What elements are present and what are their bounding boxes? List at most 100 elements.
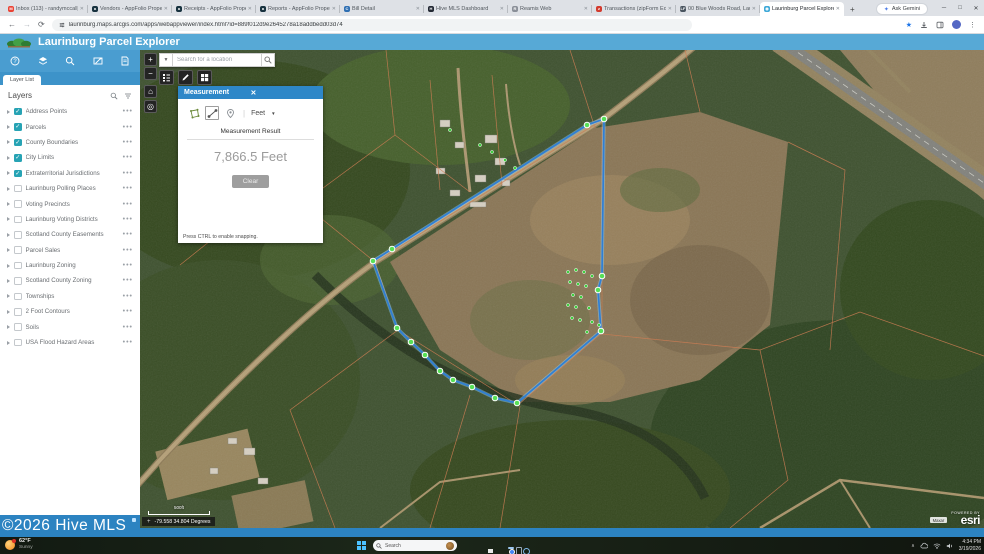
taskbar-search[interactable]: Search [373,540,457,551]
map-search-button[interactable] [261,53,275,67]
browser-tab[interactable]: z Transactions (zipForm Editi... ✕ [592,2,676,16]
site-info-icon[interactable] [59,22,65,28]
layer-menu-icon[interactable]: ••• [123,124,133,131]
layer-row[interactable]: ✓ County Boundaries ••• [0,135,140,150]
layer-expand-icon[interactable] [7,171,10,175]
zoom-out-button[interactable]: − [144,67,157,80]
layer-checkbox[interactable]: ✓ [14,139,22,147]
layer-expand-icon[interactable] [7,233,10,237]
layer-checkbox[interactable]: ✓ [14,123,22,131]
tab-close-icon[interactable]: ✕ [752,6,756,12]
layer-row[interactable]: ✓ City Limits ••• [0,150,140,165]
new-tab-button[interactable]: + [844,5,861,16]
layer-row[interactable]: ✓ Scotland County Easements ••• [0,227,140,242]
layer-menu-icon[interactable]: ••• [123,293,133,300]
layer-row[interactable]: ✓ 2 Foot Contours ••• [0,304,140,319]
browser-tab[interactable]: M Inbox (113) - randymccallj... ✕ [4,2,88,16]
layer-row[interactable]: ✓ Soils ••• [0,319,140,334]
tab-close-icon[interactable]: ✕ [332,6,336,12]
layer-row[interactable]: ✓ Voting Precincts ••• [0,196,140,211]
report-icon[interactable] [120,56,130,66]
zoom-in-button[interactable]: + [144,53,157,66]
layer-row[interactable]: ✓ Townships ••• [0,289,140,304]
layers-icon[interactable] [38,56,48,66]
clear-button[interactable]: Clear [232,175,270,188]
browser-menu-icon[interactable]: ⋮ [969,21,976,29]
layer-menu-icon[interactable]: ••• [123,185,133,192]
draw-button[interactable] [178,70,193,85]
layer-checkbox[interactable]: ✓ [14,185,22,193]
browser-tab[interactable]: a Reports - AppFolio Propert... ✕ [256,2,340,16]
tab-close-icon[interactable]: ✕ [668,6,672,12]
layer-row[interactable]: ✓ Laurinburg Polling Places ••• [0,181,140,196]
layer-menu-icon[interactable]: ••• [123,108,133,115]
layer-checkbox[interactable]: ✓ [14,154,22,162]
layer-expand-icon[interactable] [7,341,10,345]
browser-tab[interactable]: a Receipts - AppFolio Propert... ✕ [172,2,256,16]
tab-close-icon[interactable]: ✕ [416,6,420,12]
side-panel-icon[interactable] [936,21,944,29]
map-search-input[interactable] [173,53,261,67]
back-icon[interactable]: ← [8,20,16,29]
info-icon[interactable]: ? [10,56,20,66]
layer-menu-icon[interactable]: ••• [123,139,133,146]
layer-expand-icon[interactable] [7,264,10,268]
url-bar[interactable]: laurinburg.maps.arcgis.com/apps/webappvi… [52,19,692,31]
layer-expand-icon[interactable] [7,110,10,114]
layer-menu-icon[interactable]: ••• [123,262,133,269]
layer-row[interactable]: ✓ Parcel Sales ••• [0,243,140,258]
start-button[interactable] [357,541,366,550]
browser-tab[interactable]: H Hive MLS Dashboard ✕ [424,2,508,16]
taskbar-weather[interactable]: 62°F Sunny [5,538,33,551]
measurement-titlebar[interactable]: Measurement ✕ [178,86,323,99]
layer-checkbox[interactable]: ✓ [14,216,22,224]
layer-checkbox[interactable]: ✓ [14,339,22,347]
maximize-button[interactable]: □ [952,5,968,11]
layer-expand-icon[interactable] [7,279,10,283]
tab-close-icon[interactable]: ✕ [80,6,84,12]
layer-expand-icon[interactable] [7,248,10,252]
volume-icon[interactable] [946,542,954,550]
basemap-gallery-button[interactable] [197,70,212,85]
layer-expand-icon[interactable] [7,325,10,329]
layer-expand-icon[interactable] [7,217,10,221]
layer-row[interactable]: ✓ Address Points ••• [0,104,140,119]
profile-avatar[interactable] [952,20,961,29]
layer-checkbox[interactable]: ✓ [14,293,22,301]
layer-row[interactable]: ✓ Extraterritorial Jurisdictions ••• [0,166,140,181]
tab-close-icon[interactable]: ✕ [500,6,504,12]
reload-icon[interactable]: ⟳ [38,20,45,29]
layer-list-tab[interactable]: Layer List [3,75,41,85]
close-button[interactable]: ✕ [968,5,984,12]
layer-menu-icon[interactable]: ••• [123,277,133,284]
search-icon[interactable] [65,56,75,66]
minimize-button[interactable]: ─ [936,5,952,11]
layer-menu-icon[interactable]: ••• [123,154,133,161]
wifi-icon[interactable] [933,542,941,550]
layer-row[interactable]: ✓ Laurinburg Zoning ••• [0,258,140,273]
bookmark-star-icon[interactable]: ★ [906,21,912,29]
layer-menu-icon[interactable]: ••• [123,247,133,254]
layer-options-icon[interactable] [124,92,132,100]
measurement-close-icon[interactable]: ✕ [251,89,318,97]
layer-menu-icon[interactable]: ••• [123,308,133,315]
layer-row[interactable]: ✓ Parcels ••• [0,119,140,134]
tray-chevron-icon[interactable]: ∧ [911,543,915,549]
layer-checkbox[interactable]: ✓ [14,108,22,116]
layer-menu-icon[interactable]: ••• [123,170,133,177]
download-icon[interactable] [920,21,928,29]
layer-expand-icon[interactable] [7,310,10,314]
layer-expand-icon[interactable] [7,156,10,160]
layer-checkbox[interactable]: ✓ [14,200,22,208]
layer-checkbox[interactable]: ✓ [14,262,22,270]
layer-menu-icon[interactable]: ••• [123,339,133,346]
layer-menu-icon[interactable]: ••• [123,324,133,331]
taskbar-clock[interactable]: 4:34 PM 3/19/2026 [959,539,981,552]
browser-tab[interactable]: LF 00 Blue Woods Road, Lauri... ✕ [676,2,760,16]
layer-expand-icon[interactable] [7,125,10,129]
measure-distance-button[interactable] [205,106,219,120]
layer-menu-icon[interactable]: ••• [123,201,133,208]
layer-checkbox[interactable]: ✓ [14,231,22,239]
browser-tab[interactable]: C Bill Detail ✕ [340,2,424,16]
home-button[interactable]: ⌂ [144,85,157,98]
